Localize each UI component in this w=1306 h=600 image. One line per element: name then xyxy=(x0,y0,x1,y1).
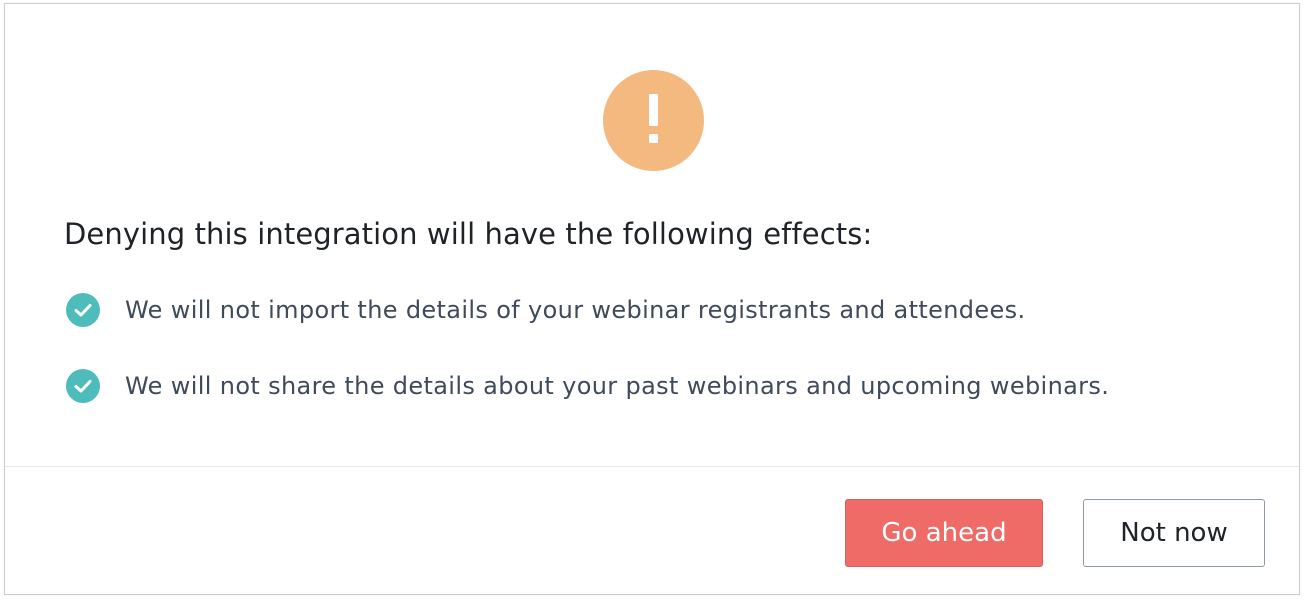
warning-icon-dot xyxy=(649,134,658,143)
footer-divider xyxy=(5,466,1299,467)
effect-text: We will not share the details about your… xyxy=(125,372,1110,400)
deny-integration-dialog: Denying this integration will have the f… xyxy=(4,3,1300,595)
not-now-button[interactable]: Not now xyxy=(1083,499,1265,567)
effect-item: We will not share the details about your… xyxy=(66,368,1109,404)
dialog-heading: Denying this integration will have the f… xyxy=(64,217,873,251)
warning-icon-bar xyxy=(649,94,658,126)
effect-item: We will not import the details of your w… xyxy=(66,292,1025,328)
effect-text: We will not import the details of your w… xyxy=(125,296,1026,324)
check-icon xyxy=(66,369,100,403)
check-icon xyxy=(66,293,100,327)
check-mark xyxy=(74,380,92,393)
warning-icon xyxy=(603,70,704,171)
go-ahead-button[interactable]: Go ahead xyxy=(845,499,1043,567)
check-mark xyxy=(74,304,92,317)
